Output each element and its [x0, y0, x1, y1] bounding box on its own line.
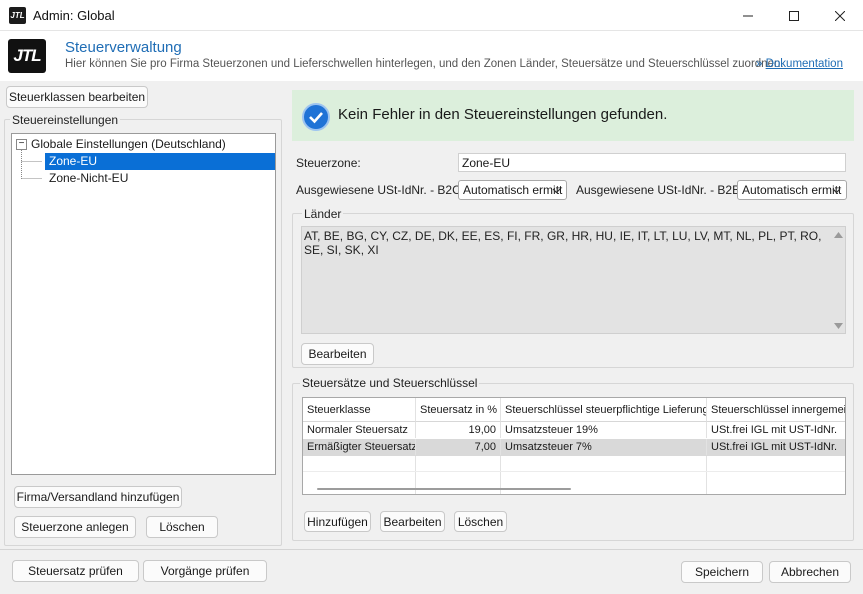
app-icon: JTL: [9, 7, 26, 24]
tax-settings-label: Steuereinstellungen: [10, 113, 121, 127]
cell-tax-key: Umsatzsteuer 19%: [501, 422, 707, 438]
tax-tree[interactable]: − Globale Einstellungen (Deutschland) Zo…: [11, 133, 276, 475]
add-company-button[interactable]: Firma/Versandland hinzufügen: [14, 486, 182, 508]
add-rate-button[interactable]: Hinzufügen: [304, 511, 371, 532]
edit-rate-button[interactable]: Bearbeiten: [380, 511, 445, 532]
delete-rate-button[interactable]: Löschen: [454, 511, 507, 532]
documentation-link[interactable]: » Dokumentation: [756, 58, 843, 70]
b2b-label: Ausgewiesene USt-IdNr. - B2B:: [576, 183, 744, 197]
column-header[interactable]: Steuersatz in %: [416, 398, 501, 422]
close-button[interactable]: [817, 0, 863, 31]
doc-prefix: »: [756, 58, 763, 70]
countries-list: AT, BE, BG, CY, CZ, DE, DK, EE, ES, FI, …: [304, 229, 822, 257]
rates-table[interactable]: Steuerklasse Steuersatz in % Steuerschlü…: [302, 397, 846, 495]
countries-textbox[interactable]: AT, BE, BG, CY, CZ, DE, DK, EE, ES, FI, …: [301, 226, 846, 334]
cell-tax-key-ig: USt.frei IGL mit UST-IdNr.: [707, 422, 845, 438]
table-row[interactable]: Normaler Steuersatz 19,00 Umsatzsteuer 1…: [303, 422, 845, 439]
zone-label: Steuerzone:: [296, 156, 361, 170]
maximize-icon: [789, 10, 799, 21]
b2b-value: Automatisch ermitt: [742, 183, 842, 197]
edit-tax-classes-button[interactable]: Steuerklassen bearbeiten: [6, 86, 148, 108]
tree-root[interactable]: Globale Einstellungen (Deutschland): [31, 136, 226, 153]
minimize-button[interactable]: [725, 0, 771, 31]
footer-divider: [0, 549, 863, 550]
chevron-down-icon: [832, 188, 841, 194]
cell-tax-key-ig: USt.frei IGL mit UST-IdNr.: [707, 439, 845, 455]
tree-item-zone-nicht-eu[interactable]: Zone-Nicht-EU: [45, 170, 128, 187]
doc-link-label[interactable]: Dokumentation: [766, 58, 843, 70]
column-header[interactable]: Steuerschlüssel steuerpflichtige Lieferu…: [501, 398, 707, 422]
cell-tax-class: Ermäßigter Steuersatz: [303, 439, 416, 455]
b2c-select[interactable]: Automatisch ermitt: [458, 180, 567, 200]
cell-tax-key: Umsatzsteuer 7%: [501, 439, 707, 455]
cancel-button[interactable]: Abbrechen: [769, 561, 851, 583]
column-header[interactable]: Steuerschlüssel innergemeir: [707, 398, 845, 422]
collapse-toggle-icon[interactable]: −: [16, 139, 27, 150]
horizontal-scrollbar[interactable]: [317, 488, 571, 490]
page-subtitle: Hier können Sie pro Firma Steuerzonen un…: [65, 58, 784, 70]
rates-label: Steuersätze und Steuerschlüssel: [300, 376, 480, 390]
b2b-select[interactable]: Automatisch ermitt: [737, 180, 847, 200]
scroll-up-icon[interactable]: [834, 231, 843, 239]
chevron-down-icon: [552, 188, 561, 194]
create-zone-button[interactable]: Steuerzone anlegen: [14, 516, 136, 538]
b2c-value: Automatisch ermitt: [463, 183, 563, 197]
table-row-selected[interactable]: Ermäßigter Steuersatz 7,00 Umsatzsteuer …: [303, 439, 845, 456]
column-header[interactable]: Steuerklasse: [303, 398, 416, 422]
zone-input[interactable]: Zone-EU: [458, 153, 846, 172]
cell-tax-rate: 7,00: [416, 439, 501, 455]
maximize-button[interactable]: [771, 0, 817, 31]
save-button[interactable]: Speichern: [681, 561, 763, 583]
status-message: Kein Fehler in den Steuereinstellungen g…: [338, 106, 668, 123]
check-tax-rate-button[interactable]: Steuersatz prüfen: [12, 560, 139, 582]
check-circle-icon: [302, 103, 330, 131]
b2c-label: Ausgewiesene USt-IdNr. - B2C:: [296, 183, 465, 197]
check-processes-button[interactable]: Vorgänge prüfen: [143, 560, 267, 582]
cell-tax-class: Normaler Steuersatz: [303, 422, 416, 438]
jtl-logo: JTL: [8, 39, 46, 73]
window-title: Admin: Global: [33, 8, 115, 23]
minimize-icon: [743, 15, 753, 16]
cell-tax-rate: 19,00: [416, 422, 501, 438]
close-icon: [835, 10, 845, 21]
delete-zone-button[interactable]: Löschen: [146, 516, 218, 538]
tree-item-zone-eu[interactable]: Zone-EU: [45, 153, 275, 170]
page-title: Steuerverwaltung: [65, 39, 182, 56]
scroll-down-icon[interactable]: [834, 322, 843, 330]
edit-countries-button[interactable]: Bearbeiten: [301, 343, 374, 365]
countries-label: Länder: [302, 207, 344, 221]
